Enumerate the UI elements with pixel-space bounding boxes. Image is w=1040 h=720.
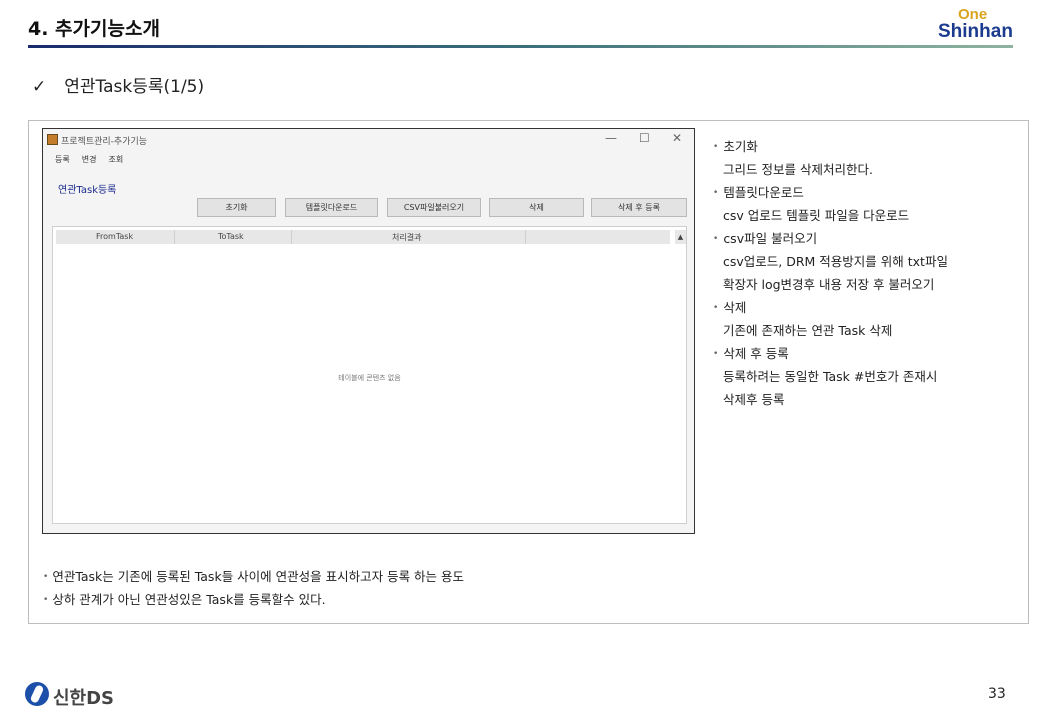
menu-bar: 등록 변경 조회 (55, 154, 135, 165)
bullet-icon: • (713, 188, 719, 198)
bullet-icon: • (713, 303, 719, 313)
delete-button[interactable]: 삭제 (489, 198, 584, 217)
note-line: csv업로드, DRM 적용방지를 위해 txt파일 (723, 254, 948, 269)
note-title: • 템플릿다운로드 (713, 185, 804, 200)
grid-empty-message: 테이블에 콘텐츠 없음 (338, 374, 401, 382)
app-window: 프로젝트관리-추가기능 — ☐ ✕ 등록 변경 조회 연관Task등록 초기화 템플… (42, 128, 695, 534)
shinhan-logo-icon (25, 682, 49, 706)
subtitle-text: 연관Task등록(1/5) (64, 77, 205, 97)
column-header-totask[interactable]: ToTask (218, 232, 244, 241)
feature-notes: • 초기화 그리드 정보를 삭제처리한다. • 템플릿다운로드 csv 업로드 템플… (713, 137, 948, 413)
column-header-fromtask[interactable]: FromTask (96, 232, 133, 241)
note-line: csv 업로드 템플릿 파일을 다운로드 (723, 208, 910, 223)
bullet-icon: • (43, 595, 49, 605)
note-title: • 삭제 (713, 300, 747, 315)
csv-load-button[interactable]: CSV파일불러오기 (387, 198, 481, 217)
template-download-button[interactable]: 템플릿다운로드 (285, 198, 378, 217)
menu-item-change[interactable]: 변경 (82, 155, 97, 164)
column-header-result[interactable]: 처리결과 (392, 232, 421, 243)
note-line: 삭제후 등록 (723, 392, 785, 407)
menu-item-query[interactable]: 조회 (108, 155, 123, 164)
delete-and-register-button[interactable]: 삭제 후 등록 (591, 198, 687, 217)
menu-item-register[interactable]: 등록 (55, 155, 70, 164)
note-title: • 초기화 (713, 139, 758, 154)
page-number: 33 (988, 686, 1006, 702)
section-subtitle: ✓ 연관Task등록(1/5) (32, 72, 204, 97)
bullet-icon: • (43, 572, 49, 582)
reset-button[interactable]: 초기화 (197, 198, 276, 217)
footer-brand: 신한DS (53, 688, 115, 709)
summary-item: • 상하 관계가 아닌 연관성있은 Task를 등록할수 있다. (43, 592, 326, 607)
note-line: 확장자 log변경후 내용 저장 후 불러오기 (723, 277, 935, 292)
note-line: 기존에 존재하는 연관 Task 삭제 (723, 323, 893, 338)
note-title: • csv파일 불러오기 (713, 231, 818, 246)
grid-header: FromTask ToTask 처리결과 (56, 230, 670, 244)
window-title: 프로젝트관리-추가기능 (61, 137, 148, 147)
page-title: 4. 추가기능소개 (28, 18, 160, 40)
checkmark-icon: ✓ (32, 77, 47, 97)
maximize-icon[interactable]: ☐ (639, 131, 650, 145)
summary-notes: • 연관Task는 기존에 등록된 Task들 사이에 연관성을 표시하고자 등록… (43, 567, 464, 613)
bullet-icon: • (713, 142, 719, 152)
header-divider (28, 45, 1013, 48)
bullet-icon: • (713, 234, 719, 244)
bullet-icon: • (713, 349, 719, 359)
app-icon (47, 134, 58, 145)
task-grid[interactable]: FromTask ToTask 처리결과 ▲ 테이블에 콘텐츠 없음 (52, 226, 687, 524)
minimize-icon[interactable]: — (605, 131, 617, 145)
logo-shinhan-text: Shinhan (938, 21, 1013, 42)
close-icon[interactable]: ✕ (672, 131, 682, 145)
window-titlebar: 프로젝트관리-추가기능 — ☐ ✕ (43, 129, 694, 151)
note-title: • 삭제 후 등록 (713, 346, 789, 361)
note-line: 그리드 정보를 삭제처리한다. (723, 162, 873, 177)
note-line: 등록하려는 동일한 Task #번호가 존재시 (723, 369, 938, 384)
form-heading: 연관Task등록 (58, 185, 117, 196)
summary-item: • 연관Task는 기존에 등록된 Task들 사이에 연관성을 표시하고자 등록… (43, 569, 465, 584)
scroll-up-icon[interactable]: ▲ (675, 230, 686, 244)
